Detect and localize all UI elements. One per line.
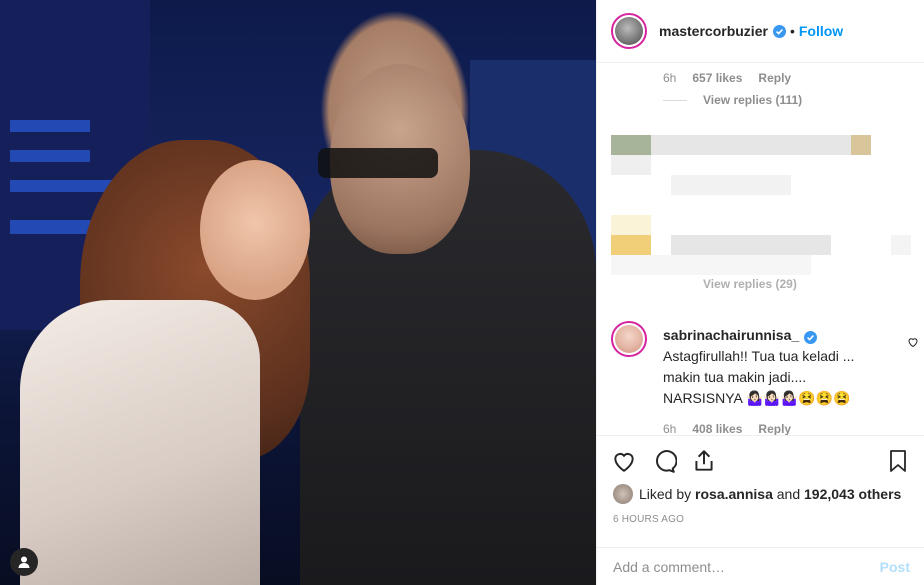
add-comment-bar: Post <box>597 547 924 585</box>
pixel-block <box>671 175 791 195</box>
comment-reply-button[interactable]: Reply <box>758 419 791 435</box>
comment-icon[interactable] <box>651 448 678 479</box>
comments-list[interactable]: 6h 657 likes Reply View replies (111) Vi… <box>597 63 924 435</box>
view-replies-label: View replies (111) <box>703 93 803 107</box>
person-woman-dress <box>20 300 260 585</box>
pixel-block <box>851 135 871 155</box>
pixel-block <box>671 235 831 255</box>
follow-button[interactable]: Follow <box>799 23 843 39</box>
author-username[interactable]: mastercorbuzier <box>659 23 768 39</box>
building-window <box>10 150 90 162</box>
heart-icon[interactable] <box>611 448 637 479</box>
commenter-username[interactable]: sabrinachairunnisa_ <box>663 325 799 346</box>
sunglasses <box>318 148 438 178</box>
building-window <box>10 120 90 132</box>
pixel-block <box>611 255 811 275</box>
liked-by-prefix: Liked by <box>639 486 692 502</box>
liked-by-user[interactable]: rosa.annisa <box>695 486 773 502</box>
post-time-ago[interactable]: 6 HOURS AGO <box>613 514 684 525</box>
separator-dot: • <box>789 23 795 39</box>
pixelated-comment: View replies (29) <box>611 135 911 295</box>
bookmark-icon[interactable] <box>886 448 910 479</box>
verified-badge-icon <box>772 24 786 38</box>
liked-by-others[interactable]: 192,043 others <box>804 486 901 502</box>
pixel-block <box>891 235 911 255</box>
liked-by-summary: Liked by rosa.annisa and 192,043 others <box>613 484 901 504</box>
comment-text-line: NARSISNYA 🤷🏻‍♀️🤷🏻‍♀️🤷🏻‍♀️😫😫😫 <box>663 390 851 406</box>
pixel-block <box>611 155 651 175</box>
comment-like-heart-icon[interactable] <box>907 335 919 353</box>
comment-meta: 6h 408 likes Reply <box>663 419 883 435</box>
add-comment-input[interactable] <box>611 557 880 576</box>
comment-text-line: makin tua makin jadi.... <box>663 369 807 385</box>
liker-avatar[interactable] <box>613 484 633 504</box>
post-side-panel: mastercorbuzier • Follow 6h 657 likes Re… <box>596 0 924 585</box>
comment-body: sabrinachairunnisa_ Astagfirullah!! Tua … <box>663 325 883 435</box>
share-icon[interactable] <box>691 448 717 479</box>
verified-badge-icon <box>804 329 818 344</box>
author-avatar[interactable] <box>611 13 647 49</box>
post-photo[interactable] <box>0 0 596 585</box>
reply-time: 6h <box>663 71 677 85</box>
reply-meta: 6h 657 likes Reply <box>663 71 791 85</box>
commenter-avatar[interactable] <box>611 321 647 357</box>
pixel-block <box>611 235 651 255</box>
post-actions: Liked by rosa.annisa and 192,043 others … <box>597 435 924 548</box>
pixel-block <box>611 215 651 235</box>
action-icons-row <box>611 448 910 476</box>
post-comment-button[interactable]: Post <box>880 559 910 575</box>
comment-time: 6h <box>663 422 677 435</box>
pixel-block <box>651 135 851 155</box>
view-replies-line <box>663 99 687 101</box>
pixel-block <box>611 135 651 155</box>
comment-text-line: Astagfirullah!! Tua tua keladi ... <box>663 348 855 364</box>
user-tag-icon[interactable] <box>10 548 38 576</box>
post-header: mastercorbuzier • Follow <box>597 0 924 63</box>
comment-likes[interactable]: 408 likes <box>692 419 742 435</box>
reply-likes[interactable]: 657 likes <box>692 71 742 85</box>
person-woman-face <box>200 160 310 300</box>
liked-by-and: and <box>776 486 801 502</box>
view-replies-label-2[interactable]: View replies (29) <box>703 277 797 291</box>
view-replies-button[interactable]: View replies (111) <box>663 93 802 107</box>
reply-button[interactable]: Reply <box>758 71 791 85</box>
